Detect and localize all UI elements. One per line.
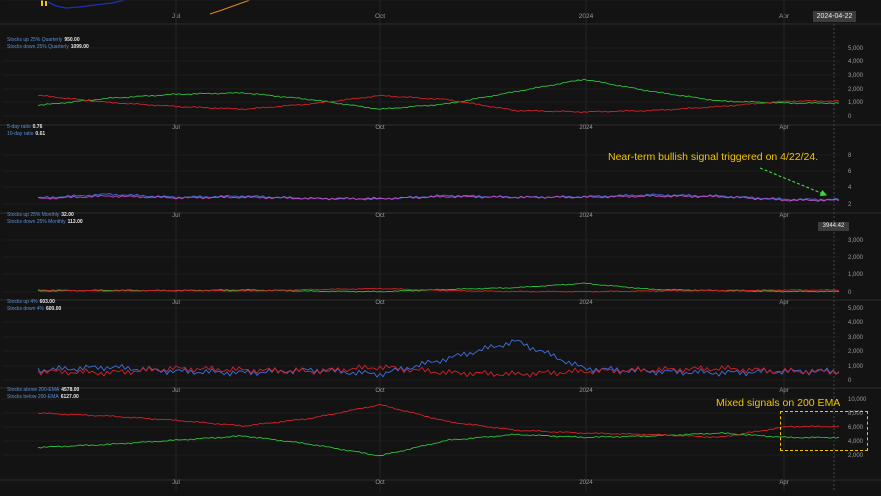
- y-tick-label: 2,000: [848, 349, 864, 355]
- y-tick-label: 10,000: [848, 397, 867, 403]
- legend-item: Stocks up 25% Monthly 32.00: [7, 212, 74, 218]
- series-line-0: [37, 339, 840, 378]
- y-tick-label: 6: [848, 169, 852, 175]
- x-tick-label: Apr: [779, 213, 788, 219]
- y-tick-label: 3,000: [848, 73, 864, 79]
- price-flag: 3944.42: [818, 222, 849, 231]
- x-tick-label: 2024: [579, 213, 593, 219]
- series-line-1: [37, 287, 840, 293]
- y-tick-label: 5,000: [848, 46, 864, 52]
- legend-item: Stocks up 25% Quarterly 950.00: [7, 37, 80, 43]
- x-tick-label: Apr: [779, 388, 788, 394]
- pane4-legend: Stocks up 4% 603.00 Stocks down 4% 600.00: [7, 299, 61, 313]
- x-tick-label: 2024: [579, 125, 593, 131]
- x-tick-label: 2024: [579, 480, 593, 486]
- stock-breadth-chart: Jul Oct 2024 Apr 5,000 4,000 3,000 2,000 1,000 0 J…: [0, 0, 881, 491]
- legend-item: 10-day ratio 0.61: [7, 131, 46, 137]
- y-tick-label: 3,000: [848, 238, 864, 244]
- price-line-fragment: [209, 0, 251, 15]
- y-tick-label: 2,000: [848, 255, 864, 261]
- x-tick-label: Oct: [375, 480, 385, 486]
- mixed-signals-annotation: Mixed signals on 200 EMA: [716, 397, 841, 409]
- pane5-legend: Stocks above 200-EMA 4578.00 Stocks below…: [7, 387, 79, 401]
- x-tick-label: 2024: [579, 300, 593, 306]
- y-tick-label: 0: [848, 114, 852, 120]
- y-tick-label: 0: [848, 378, 852, 384]
- y-tick-label: 4: [848, 185, 852, 191]
- candle-fragment: [45, 1, 47, 6]
- x-tick-label: Oct: [375, 388, 385, 394]
- y-tick-label: 2: [848, 202, 852, 208]
- candle-fragment: [41, 0, 43, 6]
- legend-item: Stocks down 25% Monthly 113.00: [7, 219, 83, 225]
- legend-item: Stocks up 4% 603.00: [7, 299, 55, 305]
- crosshair-date-label: 2024-04-22: [813, 11, 856, 22]
- y-tick-label: 5,000: [848, 306, 864, 312]
- y-tick-label: 1,000: [848, 364, 864, 370]
- x-tick-label: Apr: [779, 125, 788, 131]
- pane1-legend: Stocks up 25% Quarterly 950.00 Stocks dow…: [7, 37, 89, 51]
- y-tick-label: 2,000: [848, 453, 864, 459]
- x-tick-label: Oct: [375, 125, 385, 131]
- y-tick-label: 4,000: [848, 59, 864, 65]
- y-tick-label: 2,000: [848, 87, 864, 93]
- x-tick-label: Jul: [172, 388, 180, 394]
- legend-item: 5-day ratio 0.76: [7, 124, 43, 130]
- chart-canvas: Jul Oct 2024 Apr 5,000 4,000 3,000 2,000 1,000 0 J…: [0, 0, 881, 491]
- bullish-signal-annotation: Near-term bullish signal triggered on 4/…: [608, 151, 819, 163]
- y-tick-label: 4,000: [848, 320, 864, 326]
- price-line-fragment: [47, 0, 126, 9]
- x-tick-label: Jul: [172, 125, 180, 131]
- x-tick-label: Apr: [779, 300, 788, 306]
- pane3-legend: Stocks up 25% Monthly 32.00 Stocks down 2…: [7, 212, 83, 226]
- x-tick-label: 2024: [579, 388, 593, 394]
- y-tick-label: 8: [848, 153, 852, 159]
- y-tick-label: 1,000: [848, 272, 864, 278]
- bullish-signal-arrow: [759, 167, 828, 196]
- legend-item: Stocks above 200-EMA 4578.00: [7, 387, 80, 393]
- y-tick-label: 3,000: [848, 335, 864, 341]
- legend-item: Stocks down 25% Quarterly 1099.00: [7, 44, 89, 50]
- pane2-legend: 5-day ratio 0.76 10-day ratio 0.61: [7, 124, 45, 138]
- x-tick-label: Jul: [172, 213, 180, 219]
- legend-item: Stocks down 4% 600.00: [7, 306, 62, 312]
- series-line-0: [37, 432, 840, 457]
- series-line-1: [37, 403, 840, 439]
- x-tick-label: Oct: [375, 300, 385, 306]
- mixed-signals-highlight-box: [780, 411, 868, 451]
- x-tick-label: Oct: [375, 213, 385, 219]
- y-tick-label: 0: [848, 290, 852, 296]
- legend-item: Stocks below 200-EMA 6127.00: [7, 394, 79, 400]
- y-tick-label: 1,000: [848, 100, 864, 106]
- y-tick-label: 0: [848, 0, 852, 2]
- x-tick-label: Jul: [172, 480, 180, 486]
- x-tick-label: Apr: [779, 480, 788, 486]
- x-tick-label: Jul: [172, 300, 180, 306]
- series-line-1: [37, 94, 840, 114]
